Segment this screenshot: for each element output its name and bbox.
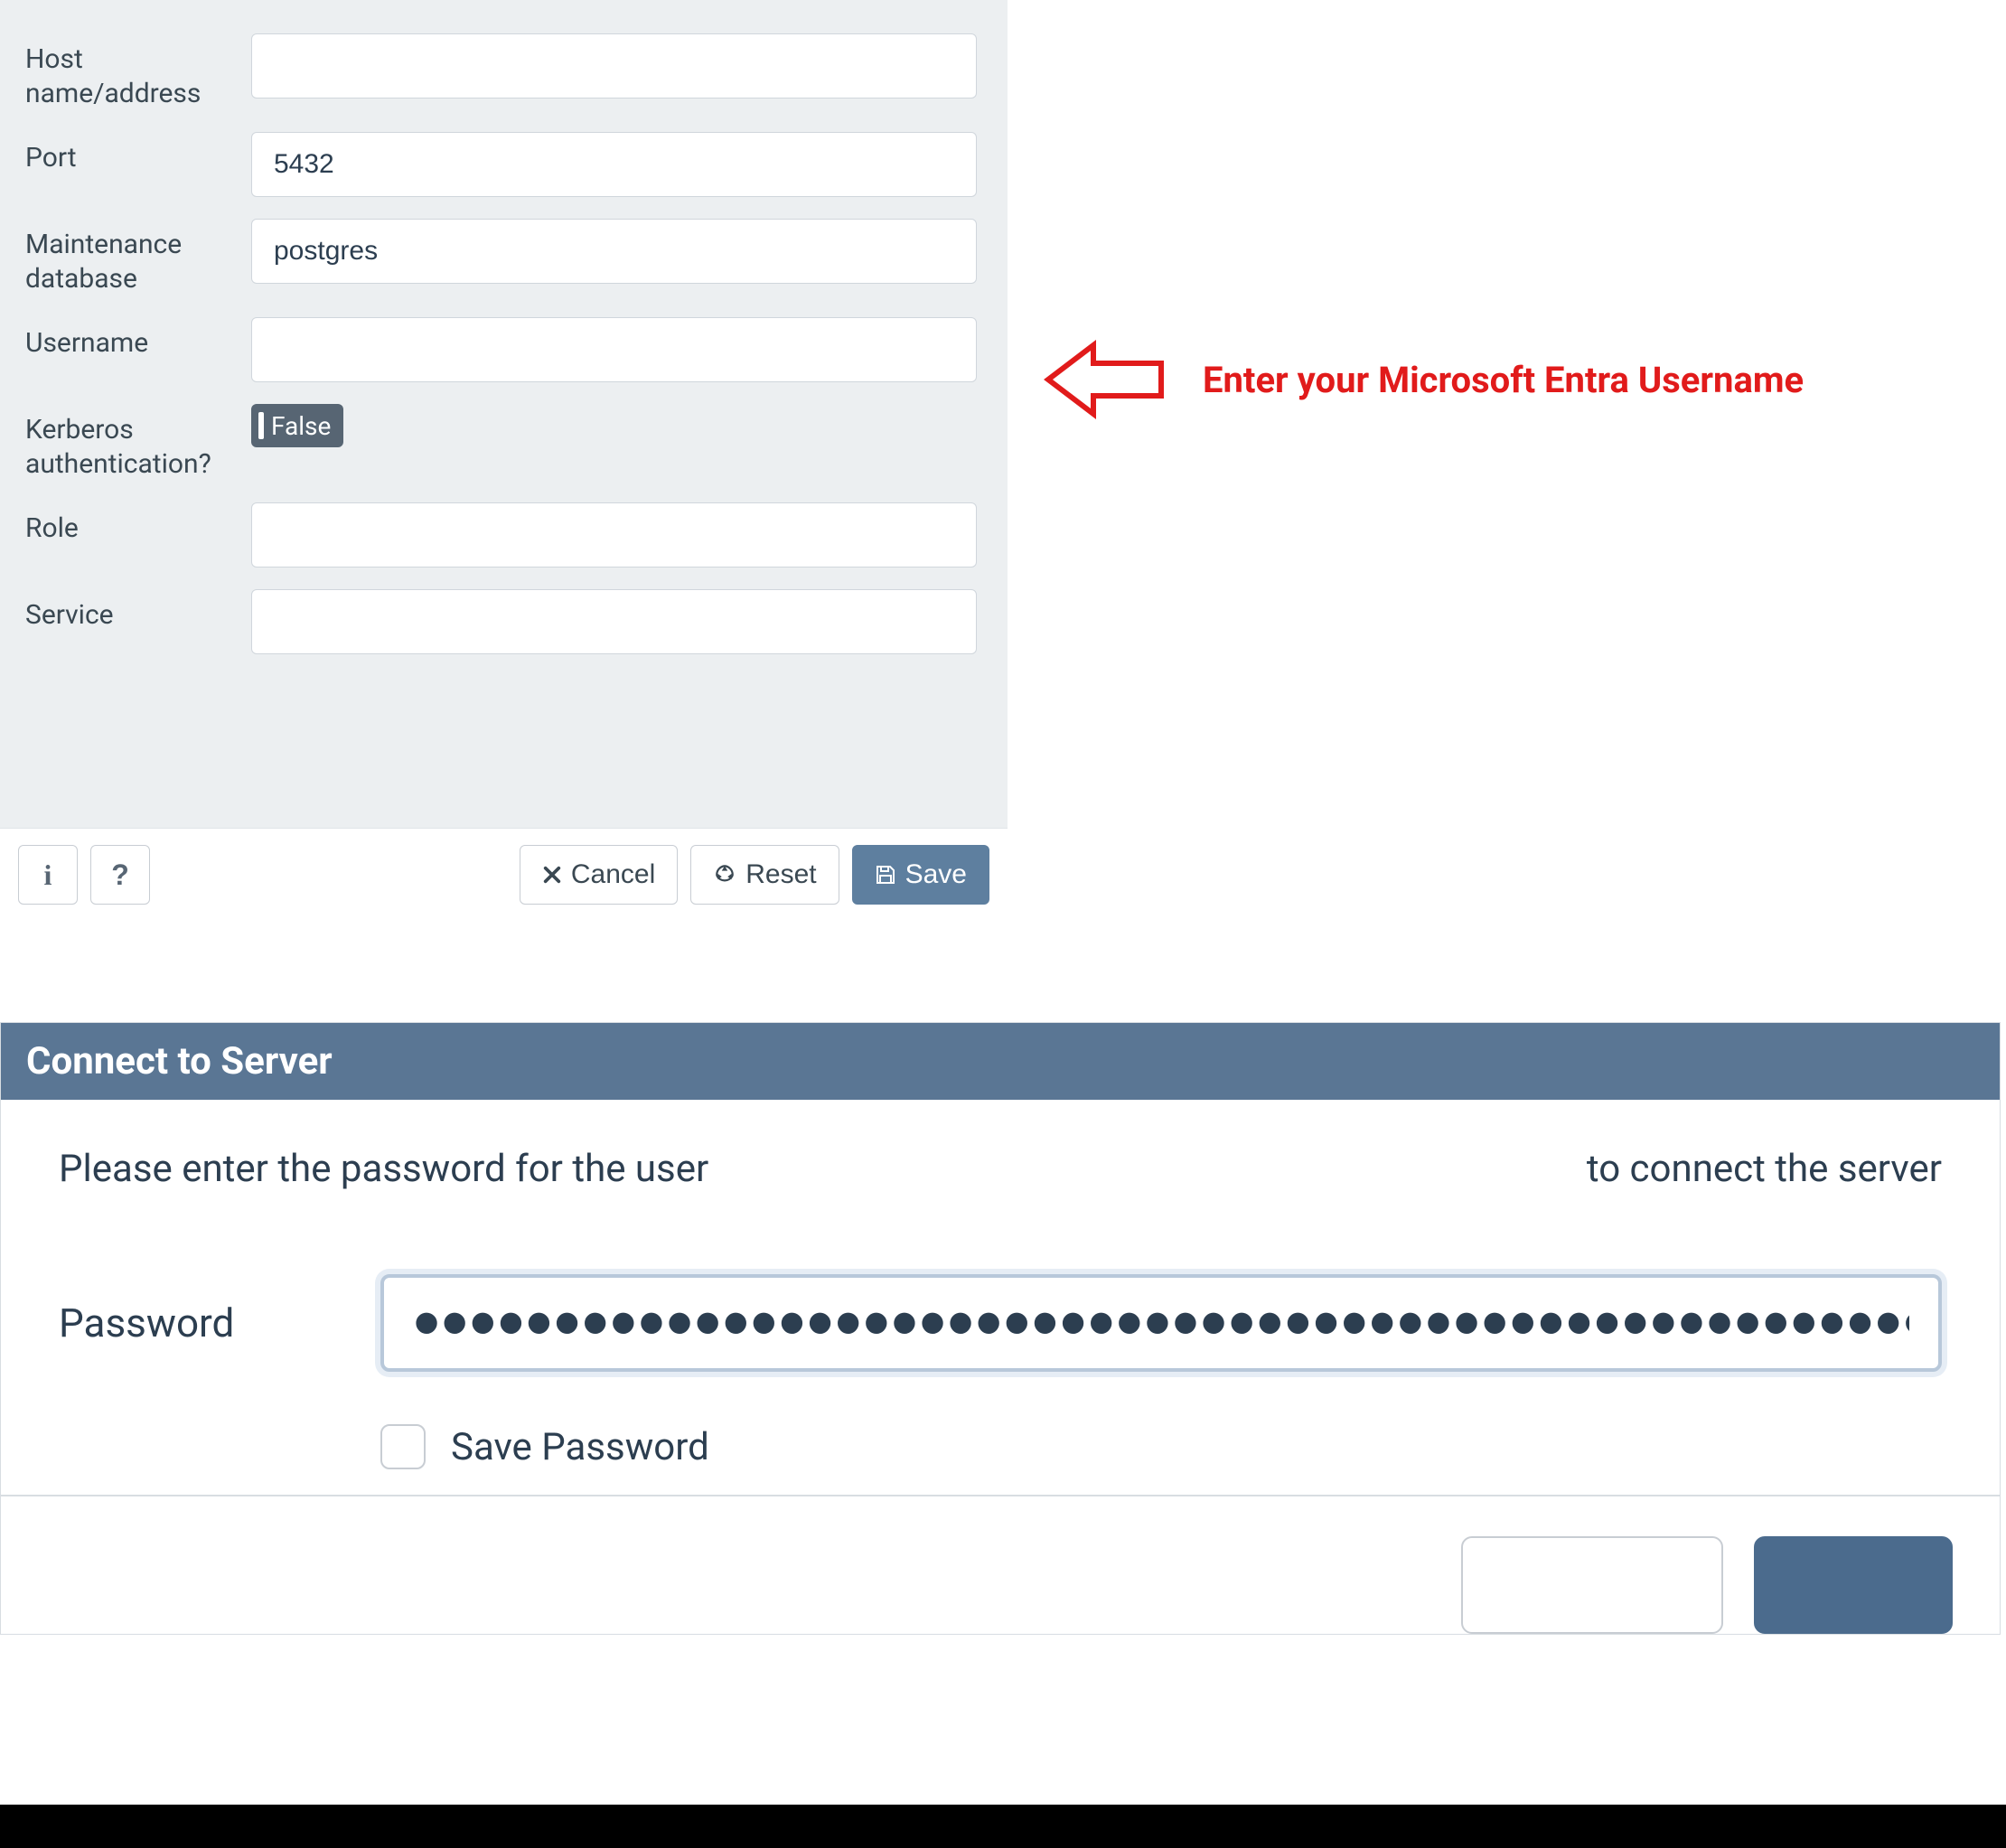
field-role: Role bbox=[0, 492, 1008, 578]
kerberos-toggle-value: False bbox=[271, 411, 331, 441]
form-footer: i ? Cancel Reset Save bbox=[0, 828, 1008, 921]
annotation-text: Enter your Microsoft Entra Username bbox=[1203, 359, 1804, 401]
connect-to-server-dialog: Connect to Server Please enter the passw… bbox=[0, 1022, 2001, 1635]
help-button[interactable]: ? bbox=[90, 845, 150, 905]
cancel-button-label: Cancel bbox=[571, 861, 655, 888]
field-username: Username bbox=[0, 306, 1008, 393]
connection-form-panel: Host name/address Port Maintenance datab… bbox=[0, 0, 1008, 921]
annotation-callout: Enter your Microsoft Entra Username bbox=[1039, 334, 1804, 425]
service-input[interactable] bbox=[251, 589, 977, 654]
role-input[interactable] bbox=[251, 502, 977, 568]
field-maintenance-db: Maintenance database bbox=[0, 208, 1008, 306]
cancel-button[interactable]: Cancel bbox=[520, 845, 678, 905]
host-input[interactable] bbox=[251, 33, 977, 98]
label-host: Host name/address bbox=[25, 33, 251, 110]
field-port: Port bbox=[0, 121, 1008, 208]
maintenance-db-input[interactable] bbox=[251, 219, 977, 284]
save-password-row: Save Password bbox=[380, 1424, 1942, 1469]
field-kerberos: Kerberos authentication? False bbox=[0, 393, 1008, 492]
dialog-title: Connect to Server bbox=[1, 1023, 2000, 1100]
save-password-label: Save Password bbox=[451, 1425, 709, 1469]
label-port: Port bbox=[25, 132, 251, 175]
toggle-handle-icon bbox=[258, 412, 264, 439]
kerberos-toggle[interactable]: False bbox=[251, 404, 343, 447]
help-icon: ? bbox=[111, 858, 129, 892]
save-icon bbox=[875, 864, 896, 886]
save-button-label: Save bbox=[905, 861, 967, 888]
arrow-left-icon bbox=[1039, 334, 1170, 425]
reset-button-label: Reset bbox=[745, 861, 816, 888]
dialog-ok-button[interactable]: OK bbox=[1754, 1536, 1953, 1634]
save-button[interactable]: Save bbox=[852, 845, 989, 905]
info-button[interactable]: i bbox=[18, 845, 78, 905]
label-role: Role bbox=[25, 502, 251, 546]
save-password-checkbox[interactable] bbox=[380, 1424, 426, 1469]
field-host: Host name/address bbox=[0, 23, 1008, 121]
close-icon bbox=[542, 865, 562, 885]
password-input[interactable] bbox=[380, 1274, 1942, 1372]
prompt-left: Please enter the password for the user bbox=[59, 1147, 708, 1191]
dialog-cancel-button[interactable]: Cancel bbox=[1461, 1536, 1723, 1634]
password-row: Password bbox=[59, 1274, 1942, 1372]
info-icon: i bbox=[44, 858, 52, 892]
prompt-right: to connect the server bbox=[1587, 1147, 1942, 1191]
field-service: Service bbox=[0, 578, 1008, 665]
password-label: Password bbox=[59, 1299, 312, 1346]
label-service: Service bbox=[25, 589, 251, 633]
port-input[interactable] bbox=[251, 132, 977, 197]
label-username: Username bbox=[25, 317, 251, 361]
label-kerberos: Kerberos authentication? bbox=[25, 404, 251, 481]
dialog-prompt: Please enter the password for the user t… bbox=[59, 1147, 1942, 1191]
reset-button[interactable]: Reset bbox=[690, 845, 839, 905]
recycle-icon bbox=[713, 863, 736, 886]
username-input[interactable] bbox=[251, 317, 977, 382]
bottom-cutoff-mask bbox=[0, 1805, 2006, 1848]
dialog-footer: Cancel OK bbox=[1, 1495, 2000, 1634]
label-maintenance-db: Maintenance database bbox=[25, 219, 251, 295]
